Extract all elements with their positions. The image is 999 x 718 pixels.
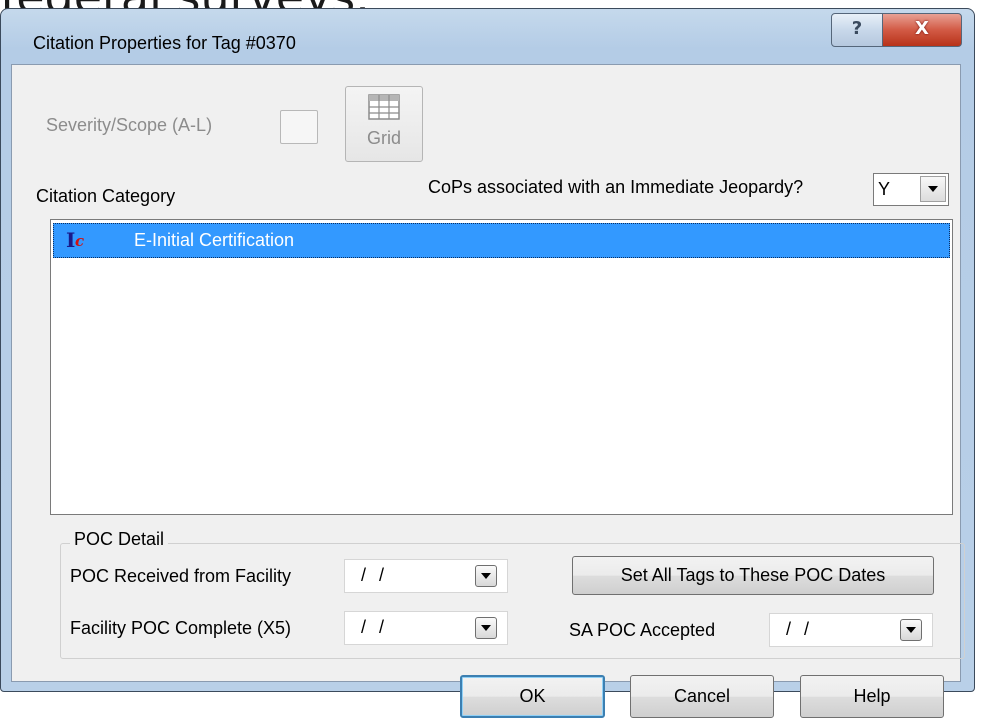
sa-poc-accepted-dropdown-button[interactable] <box>900 619 922 641</box>
ic-icon-letter-i: I <box>66 228 76 252</box>
facility-poc-complete-date-field[interactable]: / / <box>344 611 508 645</box>
grid-button[interactable]: Grid <box>345 86 423 162</box>
cancel-button-label: Cancel <box>673 686 731 706</box>
help-button-label: Help <box>853 686 891 706</box>
poc-received-dropdown-button[interactable] <box>475 565 497 587</box>
immediate-jeopardy-value: Y <box>878 179 891 199</box>
chevron-down-icon <box>906 626 916 633</box>
facility-poc-complete-label: Facility POC Complete (X5) <box>70 618 292 638</box>
window-title: Citation Properties for Tag #0370 <box>33 33 296 53</box>
facility-poc-complete-date-value: / / <box>361 617 389 637</box>
citation-category-item-label: E-Initial Certification <box>134 230 295 250</box>
ic-icon: I c <box>66 228 92 254</box>
cancel-button[interactable]: Cancel <box>630 675 774 718</box>
sa-poc-accepted-label: SA POC Accepted <box>569 620 716 640</box>
citation-category-list[interactable]: I c E-Initial Certification <box>50 219 953 515</box>
immediate-jeopardy-select[interactable]: Y <box>873 173 949 206</box>
immediate-jeopardy-label: CoPs associated with an Immediate Jeopar… <box>428 177 804 197</box>
set-all-tags-poc-dates-button[interactable]: Set All Tags to These POC Dates <box>572 556 934 595</box>
severity-scope-input[interactable] <box>280 110 318 144</box>
ok-button-label: OK <box>519 686 546 706</box>
title-help-button[interactable]: ? <box>831 13 883 47</box>
poc-received-date-value: / / <box>361 565 389 585</box>
poc-detail-legend: POC Detail <box>70 529 169 550</box>
chevron-down-icon <box>481 572 491 579</box>
grid-button-label: Grid <box>366 128 401 148</box>
sa-poc-accepted-date-value: / / <box>786 619 814 639</box>
grid-table-icon <box>368 94 400 120</box>
immediate-jeopardy-dropdown-button[interactable] <box>920 176 946 202</box>
poc-received-label: POC Received from Facility <box>70 566 292 586</box>
ok-button[interactable]: OK <box>460 675 605 718</box>
citation-category-label: Citation Category <box>36 186 176 206</box>
severity-scope-label: Severity/Scope (A-L) <box>46 115 213 135</box>
close-icon: X <box>915 18 929 39</box>
poc-received-date-field[interactable]: / / <box>344 559 508 593</box>
chevron-down-icon <box>481 624 491 631</box>
question-mark-icon: ? <box>851 18 863 39</box>
set-all-tags-button-label: Set All Tags to These POC Dates <box>620 565 886 585</box>
title-bar[interactable]: Citation Properties for Tag #0370 ? X <box>1 9 974 57</box>
help-button[interactable]: Help <box>800 675 944 718</box>
citation-category-item[interactable]: I c E-Initial Certification <box>53 223 950 258</box>
facility-poc-complete-dropdown-button[interactable] <box>475 617 497 639</box>
ic-icon-letter-c: c <box>75 232 85 250</box>
chevron-down-icon <box>928 186 938 192</box>
citation-properties-dialog: Citation Properties for Tag #0370 ? X Se… <box>0 8 975 718</box>
title-close-button[interactable]: X <box>882 13 962 47</box>
dialog-client-area: Severity/Scope (A-L) Grid Citation Categ… <box>11 64 965 718</box>
sa-poc-accepted-date-field[interactable]: / / <box>769 613 933 647</box>
